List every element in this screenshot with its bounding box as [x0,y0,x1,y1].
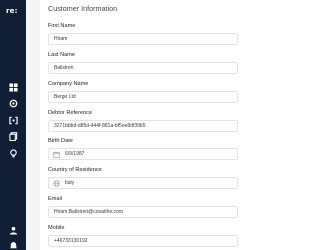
calendar-icon[interactable] [50,149,62,159]
first-name-value: Hiram [54,36,68,42]
last-name-field[interactable]: Balistreri [48,62,238,74]
company-name-field[interactable]: Berge Ltd [48,91,238,103]
birth-date-value: 6/9/1987 [65,151,85,157]
app-logo[interactable]: re: [6,7,18,15]
integrations-icon[interactable] [8,115,18,125]
mobile-field[interactable]: +46733130192 [48,235,238,247]
birth-date-field[interactable]: 6/9/1987 [48,148,238,160]
country-label: Country of Residence [48,167,102,173]
dashboard-icon[interactable] [8,82,18,92]
last-name-value: Balistreri [54,65,74,71]
email-field[interactable]: Hiram.Balistreri@conaithe.com [48,206,238,218]
country-value: Italy [65,180,75,186]
globe-icon [50,178,62,188]
mobile-label: Mobile [48,225,65,231]
email-label: Email [48,196,62,202]
first-name-label: First Name [48,23,76,29]
debtor-reference-value: 3271bbbd-d85d-444f-881a-bf5ee8df39b5 [54,123,146,129]
settings-icon[interactable] [8,98,18,108]
birth-date-label: Birth Date [48,138,73,144]
mobile-value: +46733130192 [54,238,88,244]
documents-icon[interactable] [8,131,18,141]
last-name-label: Last Name [48,52,76,58]
user-icon[interactable] [8,225,18,235]
section-title: Customer Information [48,4,118,13]
lightbulb-icon[interactable] [8,148,18,158]
country-field[interactable]: Italy [48,177,238,189]
main-content: Customer Information First Name Hiram La… [26,0,247,250]
company-name-label: Company Name [48,81,89,87]
email-value: Hiram.Balistreri@conaithe.com [54,209,123,215]
customer-information-panel: Customer Information First Name Hiram La… [40,0,247,250]
company-name-value: Berge Ltd [54,94,76,100]
debtor-reference-field[interactable]: 3271bbbd-d85d-444f-881a-bf5ee8df39b5 [48,120,238,132]
sidebar: re: [0,0,26,250]
notifications-icon[interactable] [8,240,18,250]
first-name-field[interactable]: Hiram [48,33,238,45]
debtor-reference-label: Debtor Reference [48,110,93,116]
